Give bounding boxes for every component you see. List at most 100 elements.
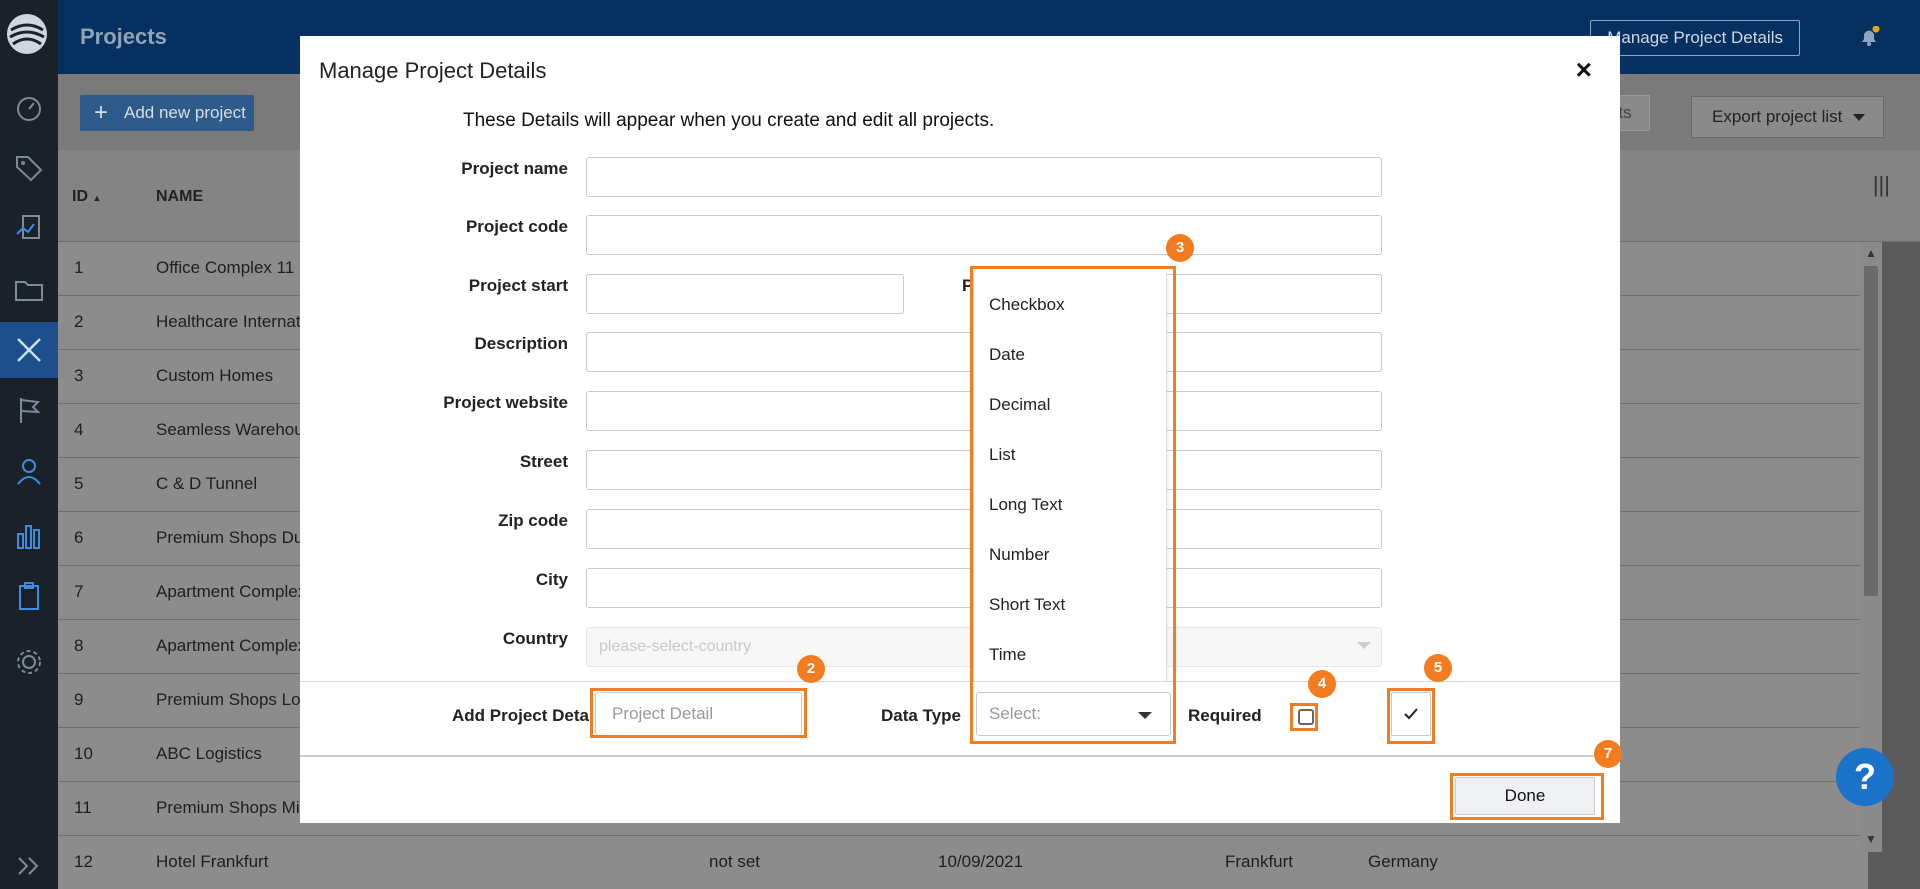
data-type-select[interactable]: Select: — [976, 692, 1171, 736]
sidebar-expand[interactable] — [0, 838, 58, 889]
sidebar-item-dashboard[interactable] — [0, 80, 58, 136]
dialog-title: Manage Project Details — [319, 58, 547, 83]
close-icon[interactable]: × — [1576, 54, 1592, 86]
row-name: Healthcare Internat — [156, 312, 301, 331]
sidebar-item-folders[interactable] — [0, 262, 58, 318]
dropdown-option[interactable]: Checkbox — [974, 280, 1166, 330]
manage-project-details-button[interactable]: Manage Project Details — [1590, 20, 1800, 56]
row-id: 11 — [74, 798, 92, 817]
dropdown-option[interactable]: Decimal — [974, 380, 1166, 430]
required-label: Required — [1188, 706, 1262, 725]
dropdown-option[interactable]: Short Text — [974, 580, 1166, 630]
add-new-project-label: Add new project — [124, 103, 246, 122]
column-name-header[interactable]: NAME — [156, 188, 203, 206]
gear-icon — [17, 650, 41, 674]
project-end-field[interactable] — [1160, 274, 1382, 314]
caret-down-icon — [1138, 712, 1152, 719]
scrollbar-thumb[interactable] — [1864, 266, 1878, 596]
scroll-up-icon[interactable]: ▲ — [1865, 246, 1877, 260]
row-name: Seamless Warehous — [156, 420, 313, 439]
confirm-add-button[interactable] — [1391, 692, 1431, 736]
country-label: Country — [502, 629, 568, 648]
dropdown-option[interactable]: List — [974, 430, 1166, 480]
row-name: Premium Shops Mil — [156, 798, 304, 817]
sidebar-item-milestones[interactable] — [0, 382, 58, 438]
export-project-list-button[interactable]: Export project list — [1691, 96, 1884, 138]
row-city: Frankfurt — [1225, 852, 1294, 871]
annotation-badge-2: 2 — [797, 655, 825, 683]
add-project-detail-row: Add Project Detail Data Type Select: Req… — [300, 681, 1620, 757]
select-placeholder: Select: — [989, 704, 1041, 723]
annotation-badge-3: 3 — [1166, 234, 1194, 262]
required-checkbox[interactable] — [1298, 709, 1314, 725]
tools-icon — [17, 338, 41, 362]
row-id: 10 — [74, 744, 93, 763]
dialog-subtitle: These Details will appear when you creat… — [463, 110, 995, 131]
add-project-detail-label: Add Project Detail — [452, 706, 599, 725]
gauge-icon — [17, 97, 41, 121]
dropdown-option[interactable]: Time — [974, 630, 1166, 680]
project-detail-input[interactable] — [595, 692, 802, 736]
annotation-badge-7: 7 — [1594, 740, 1622, 768]
project-start-label: Project start — [468, 276, 568, 295]
sidebar — [0, 0, 58, 889]
sidebar-item-analytics[interactable] — [0, 508, 58, 564]
row-name: Office Complex 11 — [156, 258, 295, 277]
plus-icon: + — [94, 99, 109, 126]
sidebar-item-projects[interactable] — [0, 322, 58, 378]
row-id: 7 — [74, 582, 84, 601]
row-name: Premium Shops Dul — [156, 528, 308, 547]
project-website-label: Project website — [443, 393, 568, 412]
dropdown-option[interactable]: Date — [974, 330, 1166, 380]
sidebar-item-tags[interactable] — [0, 140, 58, 196]
project-start-field[interactable] — [586, 274, 904, 314]
street-label: Street — [519, 452, 568, 471]
checkmark-icon — [1404, 708, 1418, 720]
row-owner: not set — [709, 852, 761, 871]
row-name: C & D Tunnel — [156, 474, 258, 493]
row-id: 12 — [74, 852, 93, 871]
annotation-badge-5: 5 — [1424, 654, 1452, 682]
column-id-header[interactable]: ID ▲ — [72, 188, 101, 206]
row-name: Custom Homes — [156, 366, 274, 385]
table-row[interactable]: 12 Hotel Frankfurt not set 10/09/2021 Frankf… — [58, 836, 1868, 889]
done-button[interactable]: Done — [1455, 777, 1595, 815]
row-id: 3 — [74, 366, 84, 385]
bell-icon[interactable] — [1858, 26, 1880, 48]
dropdown-option[interactable]: Number — [974, 530, 1166, 580]
row-name: Premium Shops Lor — [156, 690, 307, 709]
row-country: Germany — [1368, 852, 1438, 871]
dropdown-option[interactable]: Long Text — [974, 480, 1166, 530]
sidebar-item-users[interactable] — [0, 444, 58, 500]
row-id: 1 — [74, 258, 84, 277]
export-label: Export project list — [1712, 107, 1843, 126]
folder-icon — [15, 281, 43, 301]
country-placeholder: please-select-country — [599, 638, 752, 655]
sidebar-item-settings[interactable] — [0, 634, 58, 690]
columns-icon[interactable]: ||| — [1873, 172, 1890, 198]
zip-code-label: Zip code — [498, 511, 568, 530]
app-logo-icon — [7, 14, 47, 54]
user-icon — [17, 459, 41, 485]
tag-icon — [16, 156, 43, 182]
sidebar-item-tasks[interactable] — [0, 568, 58, 624]
project-code-field[interactable] — [586, 215, 1382, 255]
document-chart-icon — [16, 215, 40, 239]
flag-icon — [20, 398, 41, 423]
caret-down-icon — [1853, 114, 1865, 121]
caret-down-icon — [1357, 642, 1371, 649]
row-name: Apartment Complex — [156, 636, 307, 655]
row-id: 2 — [74, 312, 84, 331]
row-id: 6 — [74, 528, 84, 547]
project-code-label: Project code — [465, 217, 568, 236]
sidebar-item-reports[interactable] — [0, 200, 58, 256]
help-button[interactable]: ? — [1836, 748, 1894, 806]
page-title: Projects — [80, 24, 167, 49]
project-name-field[interactable] — [586, 157, 1382, 197]
row-id: 4 — [74, 420, 84, 439]
project-name-label: Project name — [461, 159, 568, 178]
row-id: 5 — [74, 474, 84, 493]
scroll-down-icon[interactable]: ▼ — [1865, 832, 1877, 846]
row-name: ABC Logistics — [156, 744, 262, 763]
add-new-project-button[interactable]: + Add new project — [80, 95, 254, 131]
